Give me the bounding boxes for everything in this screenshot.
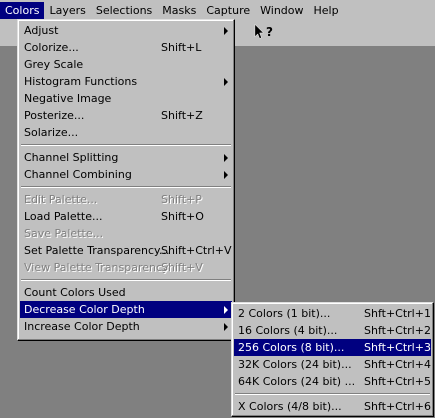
menu-item-label: 256 Colors (8 bit)... [238, 341, 345, 354]
colors-menu: Adjust Colorize... Shift+L Grey Scale Histog… [17, 19, 235, 341]
menu-separator [20, 183, 232, 191]
menu-item-load-palette[interactable]: Load Palette... Shift+O [20, 208, 232, 225]
menu-item-label: Channel Combining [24, 168, 132, 181]
menu-item-view-palette-transparency: View Palette Transparency Shift+V [20, 259, 232, 276]
menu-item-edit-palette: Edit Palette... Shift+P [20, 191, 232, 208]
menu-item-label: Solarize... [24, 126, 79, 139]
menu-item-set-palette-transparency[interactable]: Set Palette Transparency... Shift+Ctrl+V [20, 242, 232, 259]
submenu-arrow-icon [224, 27, 228, 35]
menu-item-shortcut: Shft+Ctrl+3 [364, 341, 431, 354]
decrease-color-depth-submenu: 2 Colors (1 bit)... Shft+Ctrl+1 16 Colors … [231, 302, 434, 417]
menu-separator [234, 390, 431, 398]
menu-item-label: 32K Colors (24 bit)... [238, 358, 352, 371]
menu-item-label: Posterize... [24, 109, 85, 122]
menu-item-negative-image[interactable]: Negative Image [20, 90, 232, 107]
menu-item-posterize[interactable]: Posterize... Shift+Z [20, 107, 232, 124]
menu-help[interactable]: Help [309, 2, 344, 19]
menu-layers[interactable]: Layers [44, 2, 90, 19]
menu-item-label: Save Palette... [24, 227, 104, 240]
menu-window[interactable]: Window [255, 2, 308, 19]
menu-item-256-colors-8-bit[interactable]: 256 Colors (8 bit)... Shft+Ctrl+3 [234, 339, 431, 356]
menu-item-label: Set Palette Transparency... [24, 244, 170, 257]
menu-item-label: X Colors (4/8 bit)... [238, 400, 342, 413]
menu-item-shortcut: Shift+Ctrl+V [161, 244, 232, 257]
menu-item-label: Adjust [24, 24, 59, 37]
menu-item-histogram-functions[interactable]: Histogram Functions [20, 73, 232, 90]
menu-item-label: View Palette Transparency [24, 261, 169, 274]
menu-item-solarize[interactable]: Solarize... [20, 124, 232, 141]
menu-item-shortcut: Shft+Ctrl+4 [364, 358, 431, 371]
menu-item-label: 16 Colors (4 bit)... [238, 324, 338, 337]
menu-item-64k-colors-24-bit[interactable]: 64K Colors (24 bit) ... Shft+Ctrl+5 [234, 373, 431, 390]
menu-item-label: Grey Scale [24, 58, 84, 71]
menu-item-label: Histogram Functions [24, 75, 138, 88]
menu-item-32k-colors-24-bit[interactable]: 32K Colors (24 bit)... Shft+Ctrl+4 [234, 356, 431, 373]
menu-item-increase-color-depth[interactable]: Increase Color Depth [20, 318, 232, 335]
menu-item-save-palette: Save Palette... [20, 225, 232, 242]
menu-bar: Colors Layers Selections Masks Capture W… [0, 0, 435, 19]
menu-item-label: Negative Image [24, 92, 112, 105]
menu-item-shortcut: Shft+Ctrl+5 [364, 375, 431, 388]
menu-item-shortcut: Shift+L [161, 41, 202, 54]
menu-item-colorize[interactable]: Colorize... Shift+L [20, 39, 232, 56]
menu-capture[interactable]: Capture [201, 2, 255, 19]
menu-item-label: Increase Color Depth [24, 320, 140, 333]
menu-item-grey-scale[interactable]: Grey Scale [20, 56, 232, 73]
menu-item-label: Count Colors Used [24, 286, 126, 299]
menu-masks[interactable]: Masks [157, 2, 201, 19]
menu-selections[interactable]: Selections [91, 2, 157, 19]
menu-item-label: 2 Colors (1 bit)... [238, 307, 331, 320]
submenu-arrow-icon [224, 78, 228, 86]
menu-item-shortcut: Shift+O [161, 210, 204, 223]
menu-item-shortcut: Shift+Z [161, 109, 203, 122]
menu-item-channel-splitting[interactable]: Channel Splitting [20, 149, 232, 166]
menu-colors[interactable]: Colors [0, 1, 45, 19]
context-help-icon[interactable]: ? [253, 22, 273, 42]
menu-item-2-colors-1-bit[interactable]: 2 Colors (1 bit)... Shft+Ctrl+1 [234, 305, 431, 322]
menu-item-shortcut: Shift+V [161, 261, 203, 274]
menu-item-x-colors-4-8-bit[interactable]: X Colors (4/8 bit)... Shft+Ctrl+6 [234, 398, 431, 415]
menu-item-label: 64K Colors (24 bit) ... [238, 375, 356, 388]
menu-item-label: Colorize... [24, 41, 79, 54]
menu-item-adjust[interactable]: Adjust [20, 22, 232, 39]
menu-item-label: Channel Splitting [24, 151, 119, 164]
menu-item-decrease-color-depth[interactable]: Decrease Color Depth [20, 301, 232, 318]
menu-item-16-colors-4-bit[interactable]: 16 Colors (4 bit)... Shft+Ctrl+2 [234, 322, 431, 339]
menu-item-label: Edit Palette... [24, 193, 98, 206]
menu-item-shortcut: Shft+Ctrl+2 [364, 324, 431, 337]
menu-separator [20, 141, 232, 149]
menu-item-shortcut: Shift+P [161, 193, 202, 206]
menu-item-label: Load Palette... [24, 210, 103, 223]
menu-item-channel-combining[interactable]: Channel Combining [20, 166, 232, 183]
menu-item-shortcut: Shft+Ctrl+1 [364, 307, 431, 320]
submenu-arrow-icon [224, 154, 228, 162]
help-question-mark: ? [266, 25, 273, 39]
submenu-arrow-icon [224, 323, 228, 331]
menu-item-label: Decrease Color Depth [24, 303, 145, 316]
menu-item-shortcut: Shft+Ctrl+6 [364, 400, 431, 413]
submenu-arrow-icon [224, 306, 228, 314]
submenu-arrow-icon [224, 171, 228, 179]
menu-separator [20, 276, 232, 284]
menu-item-count-colors-used[interactable]: Count Colors Used [20, 284, 232, 301]
